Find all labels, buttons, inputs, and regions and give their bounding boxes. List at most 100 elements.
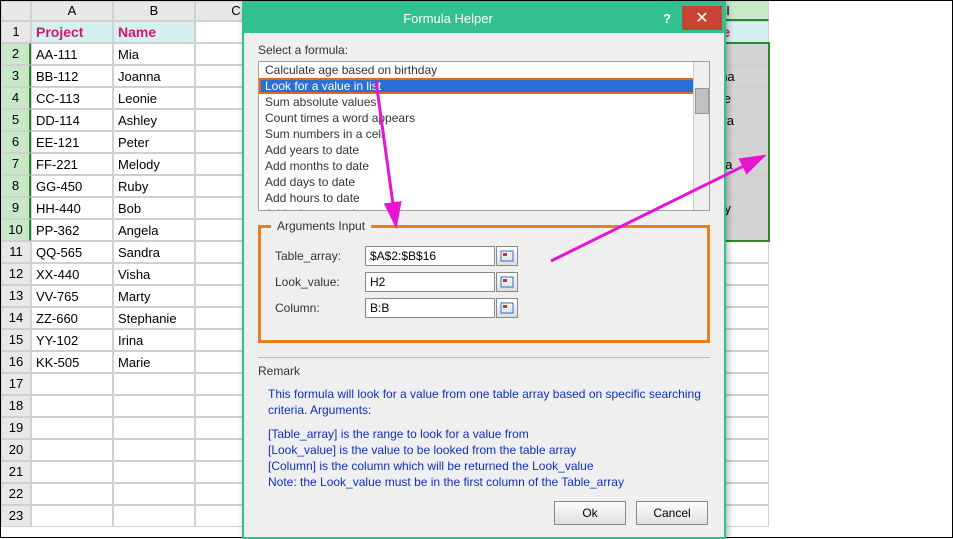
column-header-A[interactable]: A <box>31 1 113 21</box>
cell-B2[interactable]: Mia <box>113 43 195 65</box>
row-header-22[interactable]: 22 <box>1 483 31 505</box>
row-header-5[interactable]: 5 <box>1 109 31 131</box>
cell-A19[interactable] <box>31 417 113 439</box>
cell-A1[interactable]: Project <box>31 21 113 43</box>
argument-input[interactable] <box>365 272 495 292</box>
cell-A12[interactable]: XX-440 <box>31 263 113 285</box>
cell-A13[interactable]: VV-765 <box>31 285 113 307</box>
row-header-11[interactable]: 11 <box>1 241 31 263</box>
cell-A2[interactable]: AA-111 <box>31 43 113 65</box>
cell-B13[interactable]: Marty <box>113 285 195 307</box>
cell-A4[interactable]: CC-113 <box>31 87 113 109</box>
cell-B11[interactable]: Sandra <box>113 241 195 263</box>
formula-option[interactable]: Add minutes to date <box>259 206 709 211</box>
help-button[interactable]: ? <box>652 11 682 26</box>
formula-option[interactable]: Add days to date <box>259 174 709 190</box>
cell-A21[interactable] <box>31 461 113 483</box>
row-header-9[interactable]: 9 <box>1 197 31 219</box>
remark-line: [Table_array] is the range to look for a… <box>268 426 710 442</box>
cell-B18[interactable] <box>113 395 195 417</box>
cell-B23[interactable] <box>113 505 195 527</box>
cell-A9[interactable]: HH-440 <box>31 197 113 219</box>
row-header-8[interactable]: 8 <box>1 175 31 197</box>
range-picker-button[interactable] <box>496 298 518 318</box>
formula-option[interactable]: Sum absolute values <box>259 94 709 110</box>
cell-B19[interactable] <box>113 417 195 439</box>
cell-A23[interactable] <box>31 505 113 527</box>
cell-A14[interactable]: ZZ-660 <box>31 307 113 329</box>
remark-line: [Look_value] is the value to be looked f… <box>268 442 710 458</box>
argument-input[interactable] <box>365 298 495 318</box>
row-header-4[interactable]: 4 <box>1 87 31 109</box>
dialog-title: Formula Helper <box>244 11 652 26</box>
cancel-button[interactable]: Cancel <box>636 501 708 525</box>
row-header-20[interactable]: 20 <box>1 439 31 461</box>
cell-B3[interactable]: Joanna <box>113 65 195 87</box>
row-header-19[interactable]: 19 <box>1 417 31 439</box>
cell-A11[interactable]: QQ-565 <box>31 241 113 263</box>
formula-option[interactable]: Look for a value in list <box>259 78 709 94</box>
formula-option[interactable]: Count times a word appears <box>259 110 709 126</box>
cell-B8[interactable]: Ruby <box>113 175 195 197</box>
column-header-B[interactable]: B <box>113 1 195 21</box>
close-button[interactable]: ✕ <box>682 6 722 30</box>
cell-B21[interactable] <box>113 461 195 483</box>
cell-B1[interactable]: Name <box>113 21 195 43</box>
cell-B22[interactable] <box>113 483 195 505</box>
cell-B16[interactable]: Marie <box>113 351 195 373</box>
row-header-14[interactable]: 14 <box>1 307 31 329</box>
range-picker-button[interactable] <box>496 246 518 266</box>
cell-A17[interactable] <box>31 373 113 395</box>
cell-A8[interactable]: GG-450 <box>31 175 113 197</box>
cell-B12[interactable]: Visha <box>113 263 195 285</box>
ok-button[interactable]: Ok <box>554 501 626 525</box>
formula-option[interactable]: Add months to date <box>259 158 709 174</box>
cell-B5[interactable]: Ashley <box>113 109 195 131</box>
cell-A22[interactable] <box>31 483 113 505</box>
argument-input[interactable] <box>365 246 495 266</box>
dialog-titlebar[interactable]: Formula Helper ? ✕ <box>244 3 724 33</box>
formula-option[interactable]: Sum numbers in a cell <box>259 126 709 142</box>
cell-A20[interactable] <box>31 439 113 461</box>
row-header-7[interactable]: 7 <box>1 153 31 175</box>
row-header-18[interactable]: 18 <box>1 395 31 417</box>
row-header-17[interactable]: 17 <box>1 373 31 395</box>
formula-option[interactable]: Add hours to date <box>259 190 709 206</box>
row-header-16[interactable]: 16 <box>1 351 31 373</box>
scrollbar-thumb[interactable] <box>695 88 709 114</box>
cell-A6[interactable]: EE-121 <box>31 131 113 153</box>
row-header-15[interactable]: 15 <box>1 329 31 351</box>
row-header-10[interactable]: 10 <box>1 219 31 241</box>
cell-B4[interactable]: Leonie <box>113 87 195 109</box>
cell-A15[interactable]: YY-102 <box>31 329 113 351</box>
row-header-6[interactable]: 6 <box>1 131 31 153</box>
cell-B20[interactable] <box>113 439 195 461</box>
listbox-scrollbar[interactable] <box>693 62 709 210</box>
cell-B10[interactable]: Angela <box>113 219 195 241</box>
cell-B14[interactable]: Stephanie <box>113 307 195 329</box>
cell-B7[interactable]: Melody <box>113 153 195 175</box>
select-all-corner[interactable] <box>1 1 31 21</box>
cell-A16[interactable]: KK-505 <box>31 351 113 373</box>
formula-listbox[interactable]: Calculate age based on birthdayLook for … <box>258 61 710 211</box>
cell-A5[interactable]: DD-114 <box>31 109 113 131</box>
cell-B15[interactable]: Irina <box>113 329 195 351</box>
row-header-12[interactable]: 12 <box>1 263 31 285</box>
row-header-2[interactable]: 2 <box>1 43 31 65</box>
cell-A18[interactable] <box>31 395 113 417</box>
row-header-1[interactable]: 1 <box>1 21 31 43</box>
row-header-3[interactable]: 3 <box>1 65 31 87</box>
cell-A7[interactable]: FF-221 <box>31 153 113 175</box>
row-header-21[interactable]: 21 <box>1 461 31 483</box>
formula-helper-dialog: Formula Helper ? ✕ Select a formula: Cal… <box>242 1 726 539</box>
cell-B6[interactable]: Peter <box>113 131 195 153</box>
formula-option[interactable]: Add years to date <box>259 142 709 158</box>
formula-option[interactable]: Calculate age based on birthday <box>259 62 709 78</box>
range-picker-button[interactable] <box>496 272 518 292</box>
cell-B17[interactable] <box>113 373 195 395</box>
cell-B9[interactable]: Bob <box>113 197 195 219</box>
cell-A10[interactable]: PP-362 <box>31 219 113 241</box>
cell-A3[interactable]: BB-112 <box>31 65 113 87</box>
row-header-13[interactable]: 13 <box>1 285 31 307</box>
row-header-23[interactable]: 23 <box>1 505 31 527</box>
